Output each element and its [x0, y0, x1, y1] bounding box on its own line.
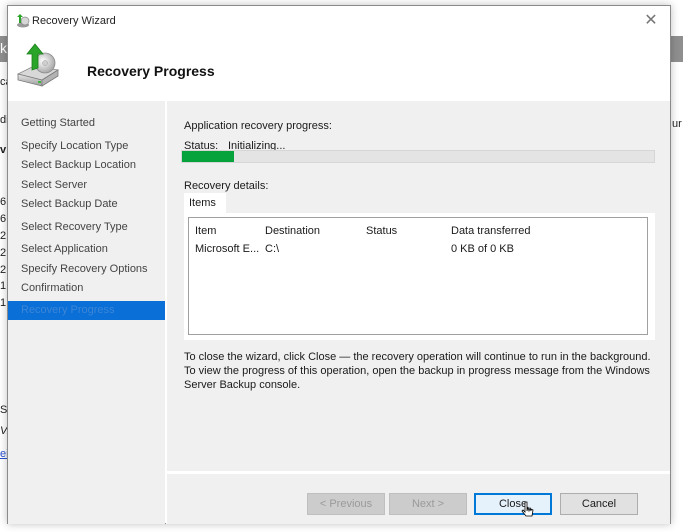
nav-step-select-backup-location[interactable]: Select Backup Location: [8, 156, 165, 175]
content-pane: Application recovery progress: Status: I…: [166, 101, 670, 471]
details-heading: Recovery details:: [184, 180, 269, 192]
nav-step-getting-started[interactable]: Getting Started: [8, 114, 165, 133]
nav-step-select-backup-date[interactable]: Select Backup Date: [8, 195, 165, 214]
column-header-status[interactable]: Status: [366, 225, 397, 237]
nav-step-select-recovery-type[interactable]: Select Recovery Type: [8, 218, 165, 237]
next-button[interactable]: Next >: [389, 493, 467, 515]
background-toolbar-strip-right: [670, 36, 683, 62]
close-icon[interactable]: ✕: [640, 11, 662, 31]
backup-restore-icon: [17, 14, 30, 28]
close-info-note: To close the wizard, click Close — the r…: [184, 351, 651, 391]
tab-items[interactable]: Items: [184, 193, 226, 213]
background-text-fragment: v: [0, 144, 7, 156]
cell-data-transferred: 0 KB of 0 KB: [451, 243, 514, 255]
table-row[interactable]: Microsoft E... C:\ 0 KB of 0 KB: [189, 243, 647, 259]
column-header-destination[interactable]: Destination: [265, 225, 320, 237]
nav-step-specify-location-type[interactable]: Specify Location Type: [8, 137, 165, 156]
cell-item: Microsoft E...: [195, 243, 260, 255]
recovery-wizard-dialog: Recovery Wizard ✕ Recovery Progress Gett…: [7, 5, 671, 524]
cancel-button[interactable]: Cancel: [560, 493, 638, 515]
nav-step-select-server[interactable]: Select Server: [8, 176, 165, 195]
wizard-steps-nav: Getting Started Specify Location Type Se…: [8, 101, 165, 524]
column-header-item[interactable]: Item: [195, 225, 216, 237]
title-bar[interactable]: Recovery Wizard ✕: [8, 6, 670, 36]
cell-destination: C:\: [265, 243, 280, 255]
column-header-data-transferred[interactable]: Data transferred: [451, 225, 530, 237]
progress-bar-fill: [182, 151, 234, 162]
close-button[interactable]: Close: [474, 493, 552, 515]
wizard-footer: < Previous Next > Close Cancel: [166, 473, 670, 524]
recovery-items-list[interactable]: Item Destination Status Data transferred…: [188, 217, 648, 335]
nav-step-specify-recovery-options[interactable]: Specify Recovery Options: [8, 260, 165, 279]
list-header: Item Destination Status Data transferred: [189, 225, 647, 241]
wizard-header: Recovery Progress: [8, 36, 670, 101]
nav-step-select-application[interactable]: Select Application: [8, 240, 165, 259]
background-text-fragment: ur: [672, 118, 682, 130]
backup-restore-icon: [16, 43, 60, 87]
items-tab-panel: Item Destination Status Data transferred…: [184, 213, 655, 340]
progress-heading: Application recovery progress:: [184, 120, 332, 132]
nav-step-recovery-progress[interactable]: Recovery Progress: [8, 301, 165, 320]
background-text-fragment: k: [0, 40, 7, 56]
page-title: Recovery Progress: [87, 63, 215, 79]
window-title: Recovery Wizard: [32, 15, 116, 27]
previous-button[interactable]: < Previous: [307, 493, 385, 515]
nav-step-confirmation[interactable]: Confirmation: [8, 279, 165, 298]
recovery-progress-bar: [181, 150, 655, 163]
